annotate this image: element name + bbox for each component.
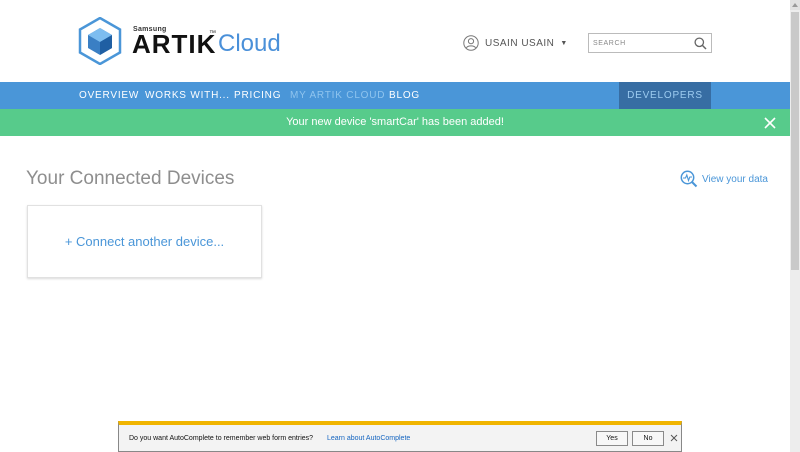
user-name: USAIN USAIN: [485, 37, 555, 49]
autocomplete-yes-button[interactable]: Yes: [596, 431, 628, 446]
scrollbar-thumb[interactable]: [791, 12, 799, 270]
chart-search-icon: [680, 170, 698, 188]
scrollbar[interactable]: [790, 0, 800, 452]
scroll-up-arrow-icon[interactable]: [790, 0, 800, 10]
connect-device-card: + Connect another device...: [27, 205, 262, 278]
page-title: Your Connected Devices: [26, 168, 235, 189]
notification-banner: Your new device 'smartCar' has been adde…: [0, 109, 790, 136]
search-box: [588, 33, 712, 53]
nav-item-pricing[interactable]: PRICING: [234, 82, 281, 109]
brand-cloud-label: Cloud: [218, 30, 281, 57]
nav-item-developers[interactable]: DEVELOPERS: [619, 82, 711, 109]
user-avatar-icon: [463, 35, 479, 51]
connect-device-link[interactable]: + Connect another device...: [28, 234, 261, 249]
autocomplete-bar: Do you want AutoComplete to remember web…: [118, 421, 682, 452]
brand-trademark: ™: [209, 30, 216, 37]
view-data-link[interactable]: View your data: [680, 170, 768, 188]
brand-artik-label: ARTIK: [132, 29, 217, 59]
autocomplete-question: Do you want AutoComplete to remember web…: [129, 435, 314, 442]
close-icon[interactable]: [763, 116, 777, 130]
nav-item-blog[interactable]: BLOG: [389, 82, 420, 109]
main-nav: OVERVIEW WORKS WITH... PRICING MY ARTIK …: [0, 82, 790, 109]
chevron-down-icon: ▼: [560, 39, 568, 47]
nav-item-works-with[interactable]: WORKS WITH...: [145, 82, 230, 109]
artik-logo-icon[interactable]: [78, 17, 122, 65]
autocomplete-learn-link[interactable]: Learn about AutoComplete: [327, 435, 410, 442]
nav-item-overview[interactable]: OVERVIEW: [79, 82, 139, 109]
page: Samsung ARTIK ™ Cloud USAIN USAIN ▼ OVER…: [0, 0, 800, 452]
view-data-label: View your data: [702, 173, 768, 185]
user-menu[interactable]: USAIN USAIN ▼: [463, 34, 567, 52]
search-input[interactable]: [593, 36, 693, 51]
nav-item-my-artik-cloud[interactable]: MY ARTIK CLOUD: [290, 82, 385, 109]
notification-text: Your new device 'smartCar' has been adde…: [286, 116, 504, 128]
search-icon[interactable]: [694, 37, 707, 50]
autocomplete-no-button[interactable]: No: [632, 431, 664, 446]
close-icon[interactable]: [670, 434, 678, 442]
